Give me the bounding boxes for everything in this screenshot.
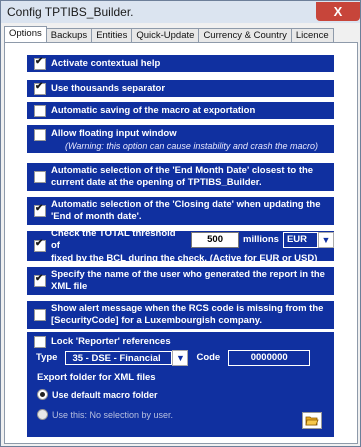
export-folder-title: Export folder for XML files <box>37 372 156 383</box>
closing-date-checkbox[interactable] <box>34 203 46 217</box>
lock-reporter-checkbox[interactable] <box>34 335 46 348</box>
user-name-checkbox[interactable] <box>34 273 46 287</box>
type-select[interactable]: 35 - DSE - Financial C. ▼ <box>65 350 189 378</box>
thousands-separator-label: Use thousands separator <box>51 82 166 94</box>
option-custom-folder[interactable]: Use this: No selection by user. <box>37 409 334 420</box>
thousands-separator-checkbox[interactable] <box>34 81 46 95</box>
floating-input-checkbox[interactable] <box>34 129 46 141</box>
default-folder-label: Use default macro folder <box>52 389 158 400</box>
closing-date-label: Automatic selection of the 'Closing date… <box>51 199 321 222</box>
threshold-label-post: fixed by the BCL during the check. (Acti… <box>51 252 318 264</box>
export-folder-group: Export folder for XML files Use default … <box>27 366 334 437</box>
contextual-help-checkbox[interactable] <box>34 56 46 70</box>
option-closing-date[interactable]: Automatic selection of the 'Closing date… <box>27 197 334 225</box>
end-month-date-label: Automatic selection of the 'End Month Da… <box>51 165 314 188</box>
window-title: Config TPTIBS_Builder. <box>7 5 134 19</box>
title-bar: Config TPTIBS_Builder. X <box>1 1 360 23</box>
option-end-month-date[interactable]: Automatic selection of the 'End Month Da… <box>27 163 334 191</box>
type-value: 35 - DSE - Financial C. <box>65 351 173 378</box>
default-folder-radio[interactable] <box>37 389 48 400</box>
threshold-label-pre: Check the TOTAL threshold of <box>51 227 176 251</box>
rcs-alert-label: Show alert message when the RCS code is … <box>51 303 324 326</box>
browse-folder-button[interactable] <box>302 412 322 429</box>
option-auto-save[interactable]: Automatic saving of the macro at exporta… <box>27 102 334 119</box>
custom-folder-label: Use this: No selection by user. <box>52 409 174 420</box>
currency-value: EUR <box>282 231 318 248</box>
lock-reporter-label: Lock 'Reporter' references <box>51 335 171 347</box>
options-panel: Activate contextual help Use thousands s… <box>4 42 358 444</box>
auto-save-label: Automatic saving of the macro at exporta… <box>51 104 256 116</box>
auto-save-checkbox[interactable] <box>34 104 46 117</box>
end-month-date-checkbox[interactable] <box>34 171 46 183</box>
option-threshold[interactable]: Check the TOTAL threshold of 500 million… <box>27 227 334 264</box>
chevron-down-icon[interactable]: ▼ <box>172 350 189 366</box>
code-label: Code <box>196 352 221 363</box>
option-default-folder[interactable]: Use default macro folder <box>37 389 334 400</box>
option-floating-input[interactable]: Allow floating input window (Warning: th… <box>27 125 334 153</box>
rcs-alert-checkbox[interactable] <box>34 309 46 321</box>
code-input[interactable]: 0000000 <box>228 350 311 366</box>
option-thousands-separator[interactable]: Use thousands separator <box>27 80 334 97</box>
option-rcs-alert[interactable]: Show alert message when the RCS code is … <box>27 301 334 329</box>
option-contextual-help[interactable]: Activate contextual help <box>27 55 334 72</box>
close-button[interactable]: X <box>316 1 360 21</box>
currency-select[interactable]: EUR ▼ <box>282 231 334 248</box>
threshold-checkbox[interactable] <box>34 238 46 252</box>
option-user-name[interactable]: Specify the name of the user who generat… <box>27 267 334 295</box>
threshold-value-input[interactable]: 500 <box>191 231 240 248</box>
chevron-down-icon[interactable]: ▼ <box>318 231 334 248</box>
config-window: Config TPTIBS_Builder. X Options Backups… <box>0 0 361 447</box>
floating-input-label: Allow floating input window <box>51 128 177 139</box>
option-lock-reporter: Lock 'Reporter' references Type 35 - DSE… <box>27 332 334 378</box>
user-name-label: Specify the name of the user who generat… <box>51 269 325 292</box>
custom-folder-radio[interactable] <box>37 409 48 420</box>
tab-bar: Options Backups Entities Quick-Update Cu… <box>4 26 334 44</box>
floating-input-warning: (Warning: this option can cause instabil… <box>65 141 318 151</box>
folder-open-icon <box>305 416 319 426</box>
type-label: Type <box>36 352 58 363</box>
threshold-label-mid: millions <box>243 233 279 245</box>
contextual-help-label: Activate contextual help <box>51 57 161 69</box>
